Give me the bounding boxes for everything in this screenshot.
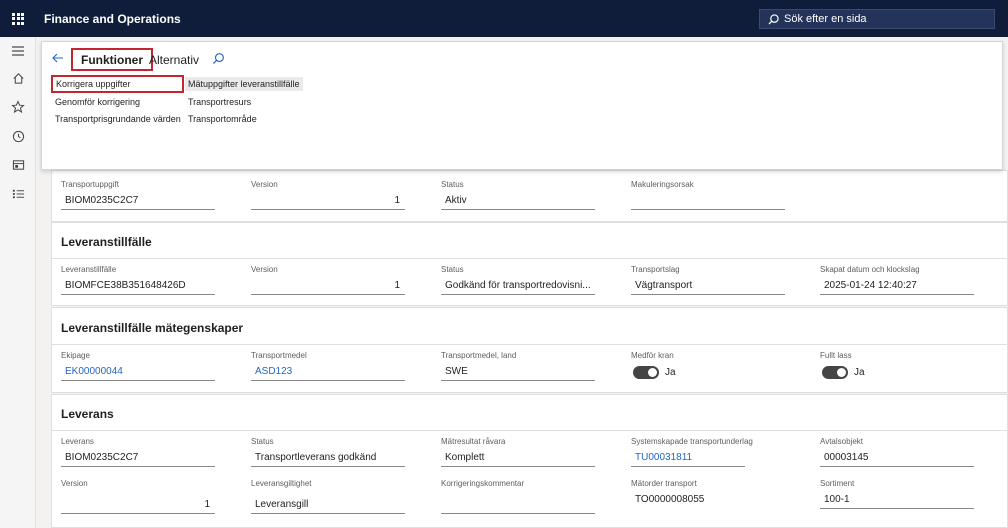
leveranstillfalle-field: Leveranstillfälle BIOMFCE38B351648426D [61,265,215,295]
leverans-value[interactable]: BIOM0235C2C7 [61,449,215,467]
transportmedel-field: Transportmedel ASD123 [251,351,405,381]
lev-version-value[interactable]: 1 [251,277,405,295]
search-icon [768,13,779,25]
back-arrow-icon[interactable] [51,51,67,67]
lev-status-value[interactable]: Godkänd för transportredovisni... [441,277,595,295]
leveranstillfalle-value[interactable]: BIOMFCE38B351648426D [61,277,215,295]
leverans-status-field: Status Transportleverans godkänd [251,437,405,467]
transportmedel-link[interactable]: ASD123 [251,363,405,381]
left-navigation [0,37,36,528]
leveransgiltighet-value[interactable]: Leveransgill [251,496,405,514]
main-content: Funktioner Alternativ Korrigera uppgifte… [36,37,1008,528]
leverans-title[interactable]: Leverans [61,407,114,421]
skapat-datum-field: Skapat datum och klockslag 2025-01-24 12… [820,265,974,295]
transportslag-value[interactable]: Vägtransport [631,277,785,295]
transportmedel-land-value[interactable]: SWE [441,363,595,381]
top-bar: Finance and Operations Sök efter en sida [0,0,1008,37]
medfor-kran-toggle[interactable] [633,365,659,379]
makuleringsorsak-value[interactable] [631,192,785,210]
action-search-icon[interactable] [212,52,226,66]
divider [52,258,1007,259]
search-placeholder: Sök efter en sida [784,13,867,25]
header-card: Transportuppgift BIOM0235C2C7 Version 1 … [51,170,1008,222]
divider [52,344,1007,345]
leverans-version-value[interactable]: 1 [61,496,215,514]
transportuppgift-value[interactable]: BIOM0235C2C7 [61,192,215,210]
leverans-card: Leverans Leverans BIOM0235C2C7 Status Tr… [51,394,1008,528]
ekipage-link[interactable]: EK00000044 [61,363,215,381]
genomfor-korrigering-button[interactable]: Genomför korrigering [55,95,140,109]
leverans-status-value[interactable]: Transportleverans godkänd [251,449,405,467]
hamburger-menu-icon[interactable] [9,42,27,60]
status-value[interactable]: Aktiv [441,192,595,210]
version-field: Version 1 [251,180,405,210]
leveranstillfalle-card: Leveranstillfälle Leveranstillfälle BIOM… [51,222,1008,306]
tab-funktioner[interactable]: Funktioner [71,48,153,71]
sortiment-field: Sortiment 100-1 [820,479,974,509]
transportunderlag-field: Systemskapade transportunderlag TU000318… [631,437,753,467]
transportslag-field: Transportslag Vägtransport [631,265,785,295]
korrigera-uppgifter-button[interactable]: Korrigera uppgifter [51,75,184,93]
lev-version-field: Version 1 [251,265,405,295]
fullt-lass-toggle[interactable] [822,365,848,379]
matning-card: Leveranstillfälle mätegenskaper Ekipage … [51,307,1008,393]
makuleringsorsak-field: Makuleringsorsak [631,180,785,210]
transportunderlag-link[interactable]: TU00031811 [631,449,745,467]
fullt-lass-field: Fullt lass Ja [820,351,865,379]
avtalsobjekt-field: Avtalsobjekt 00003145 [820,437,974,467]
action-pane: Funktioner Alternativ Korrigera uppgifte… [41,41,1003,170]
transportmedel-land-field: Transportmedel, land SWE [441,351,595,381]
transportomrade-button[interactable]: Transportområde [188,112,257,126]
matning-title[interactable]: Leveranstillfälle mätegenskaper [61,321,243,335]
transportprisgrundande-varden-button[interactable]: Transportprisgrundande värden [55,112,181,126]
status-field: Status Aktiv [441,180,595,210]
divider [52,430,1007,431]
matorder-value[interactable]: TO0000008055 [631,491,785,509]
matuppgifter-leveranstillfalle-button[interactable]: Mätuppgifter leveranstillfälle [185,77,303,91]
skapat-datum-value[interactable]: 2025-01-24 12:40:27 [820,277,974,295]
medfor-kran-field: Medför kran Ja [631,351,676,379]
leveranstillfalle-title[interactable]: Leveranstillfälle [61,235,152,249]
app-title[interactable]: Finance and Operations [44,12,181,26]
page-search-box[interactable]: Sök efter en sida [759,9,995,29]
sortiment-value[interactable]: 100-1 [820,491,974,509]
lev-status-field: Status Godkänd för transportredovisni... [441,265,595,295]
leveransgiltighet-field: Leveransgiltighet Leveransgill [251,479,405,514]
home-icon[interactable] [9,69,27,87]
transportresurs-button[interactable]: Transportresurs [188,95,251,109]
modules-list-icon[interactable] [9,185,27,203]
leverans-field: Leverans BIOM0235C2C7 [61,437,215,467]
matresultat-value[interactable]: Komplett [441,449,595,467]
avtalsobjekt-value[interactable]: 00003145 [820,449,974,467]
version-value[interactable]: 1 [251,192,405,210]
favorites-star-icon[interactable] [9,98,27,116]
recent-clock-icon[interactable] [9,127,27,145]
workspaces-icon[interactable] [9,156,27,174]
matorder-field: Mätorder transport TO0000008055 [631,479,785,509]
ekipage-field: Ekipage EK00000044 [61,351,215,381]
transportuppgift-field: Transportuppgift BIOM0235C2C7 [61,180,215,210]
tab-alternativ[interactable]: Alternativ [149,51,199,68]
korrigeringskommentar-value[interactable] [441,496,595,514]
korrigeringskommentar-field: Korrigeringskommentar [441,479,595,514]
app-launcher-button[interactable] [0,0,36,37]
matresultat-field: Mätresultat råvara Komplett [441,437,595,467]
waffle-icon [12,12,24,25]
leverans-version-field: Version 1 [61,479,215,514]
